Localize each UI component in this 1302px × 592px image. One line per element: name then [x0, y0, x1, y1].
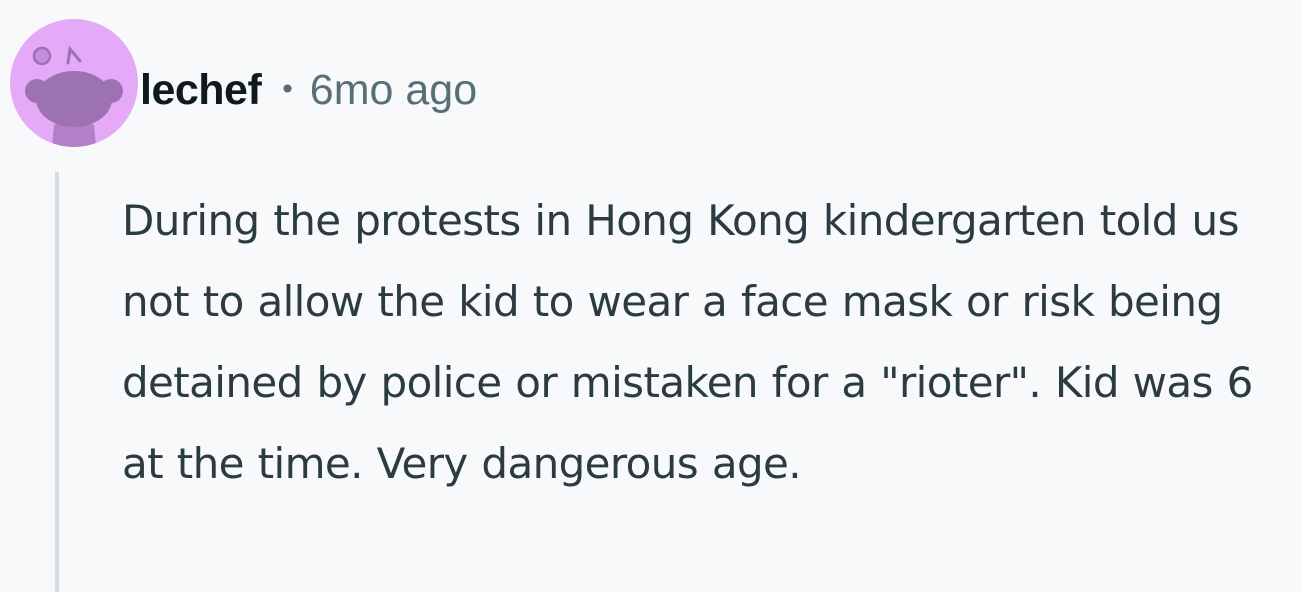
comment-body: During the protests in Hong Kong kinderg…: [122, 196, 1253, 488]
comment-meta: lechef • 6mo ago: [140, 60, 477, 120]
snoo-avatar-icon: [25, 45, 123, 147]
thread-collapse-line[interactable]: [55, 172, 59, 592]
author-username[interactable]: lechef: [140, 66, 262, 115]
comment-timestamp[interactable]: 6mo ago: [310, 66, 477, 115]
meta-separator: •: [279, 72, 296, 106]
comment: lechef • 6mo ago During the protests in …: [0, 0, 1302, 592]
user-avatar[interactable]: [10, 19, 138, 147]
